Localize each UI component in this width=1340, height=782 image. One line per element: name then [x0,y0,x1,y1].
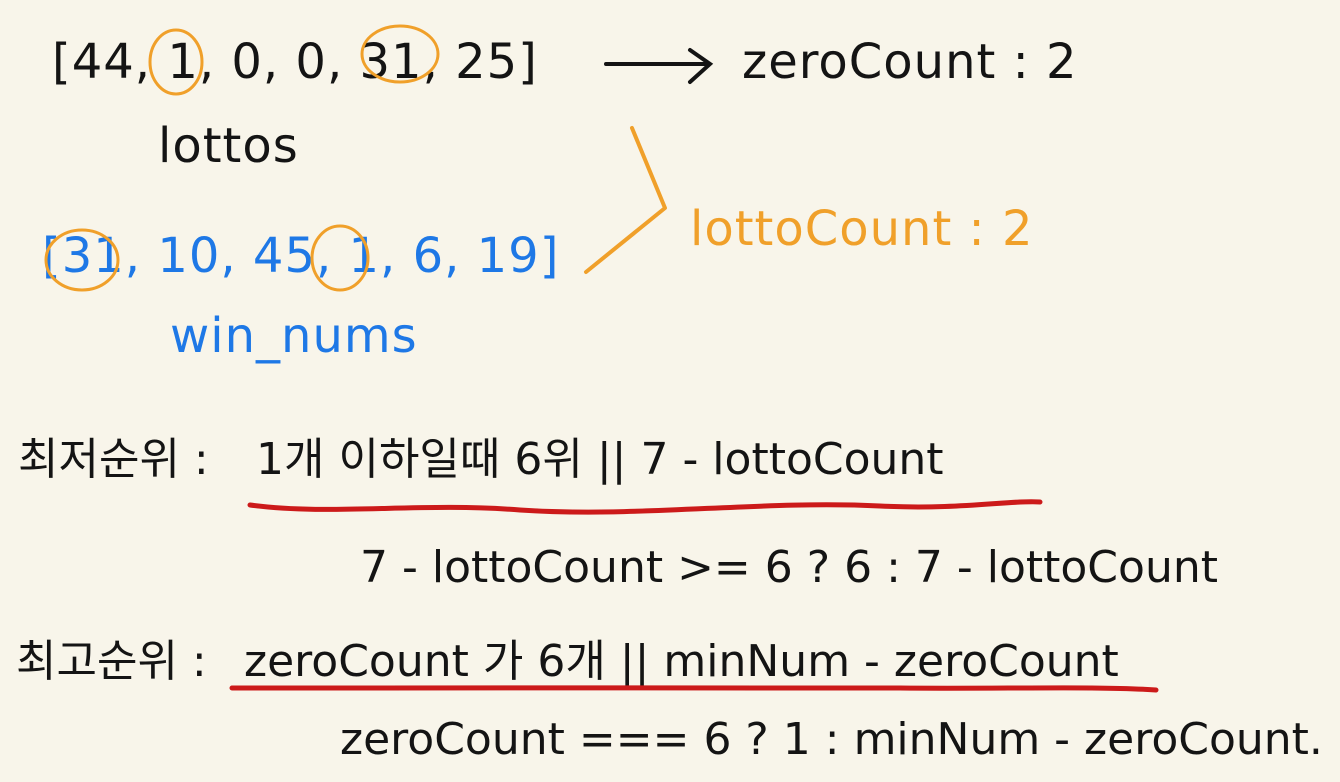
circle-win-31 [44,228,120,292]
underline-highest [229,684,1159,693]
circle-lottos-1 [148,28,204,96]
bracket-icon [584,126,667,274]
annotation-overlay [44,24,1159,693]
arrow-right-icon [604,48,714,84]
circle-win-1 [310,224,370,292]
underline-lowest [247,499,1043,515]
circle-lottos-31 [360,24,440,84]
